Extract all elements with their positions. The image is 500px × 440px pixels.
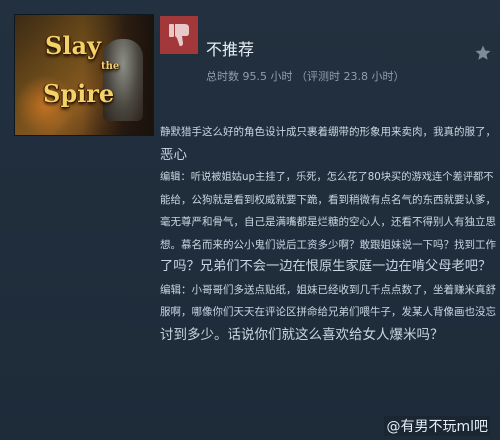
playtime-hours: 总时数 95.5 小时 （评测时 23.8 小时） (206, 70, 405, 83)
cover-title-spire: Spire (43, 79, 115, 108)
thumbs-down-icon (160, 16, 198, 54)
star-icon[interactable] (474, 44, 492, 62)
review-line: 静默猎手这么好的角色设计成只裹着绷带的形象用来卖肉，我真的服了， (160, 126, 496, 138)
review-line: 恶心 (160, 146, 187, 163)
game-cover-image[interactable]: Slay the Spire (14, 14, 154, 136)
review-card: Slay the Spire 不推荐 总时数 95.5 小时 （评测时 23.8… (0, 0, 500, 440)
review-line: 毫无尊严和骨气，自己是满嘴都是烂糖的空心人，还看不得别人有独立思 (160, 216, 496, 228)
cover-title-the: the (101, 61, 120, 72)
review-line: 编辑：听说被姐姑up主挂了，乐死，怎么花了80块买的游戏连个差评都不 (160, 171, 494, 183)
review-line: 编辑：小哥哥们多送点贴纸，姐妹已经收到几千点点数了，坐着赚米真舒 (160, 283, 496, 296)
watermark-label: @有男不玩ml吧 (384, 416, 490, 436)
review-line: 想。慕名而来的公小鬼们说后工资多少啊？敢跟姐妹说一下吗？找到工作 (160, 238, 496, 251)
review-line: 了吗？兄弟们不会一边在恨原生家庭一边在啃父母老吧？ (160, 259, 492, 274)
review-line: 讨到多少。话说你们就这么喜欢给女人爆米吗？ (160, 326, 444, 343)
review-line: 服啊，哪像你们天天在评论区拼命给兄弟们喂牛子，发某人背像画也没忘 (160, 306, 496, 318)
cover-title-slay: Slay (45, 31, 101, 60)
review-verdict: 不推荐 (206, 40, 255, 59)
review-line: 能给，公狗就是看到权威就要下跪，看到稍微有点名气的东西就要认爹， (160, 193, 496, 206)
review-body: 静默猎手这么好的角色设计成只裹着绷带的形象用来卖肉，我真的服了， 恶心 编辑：听… (160, 121, 496, 346)
